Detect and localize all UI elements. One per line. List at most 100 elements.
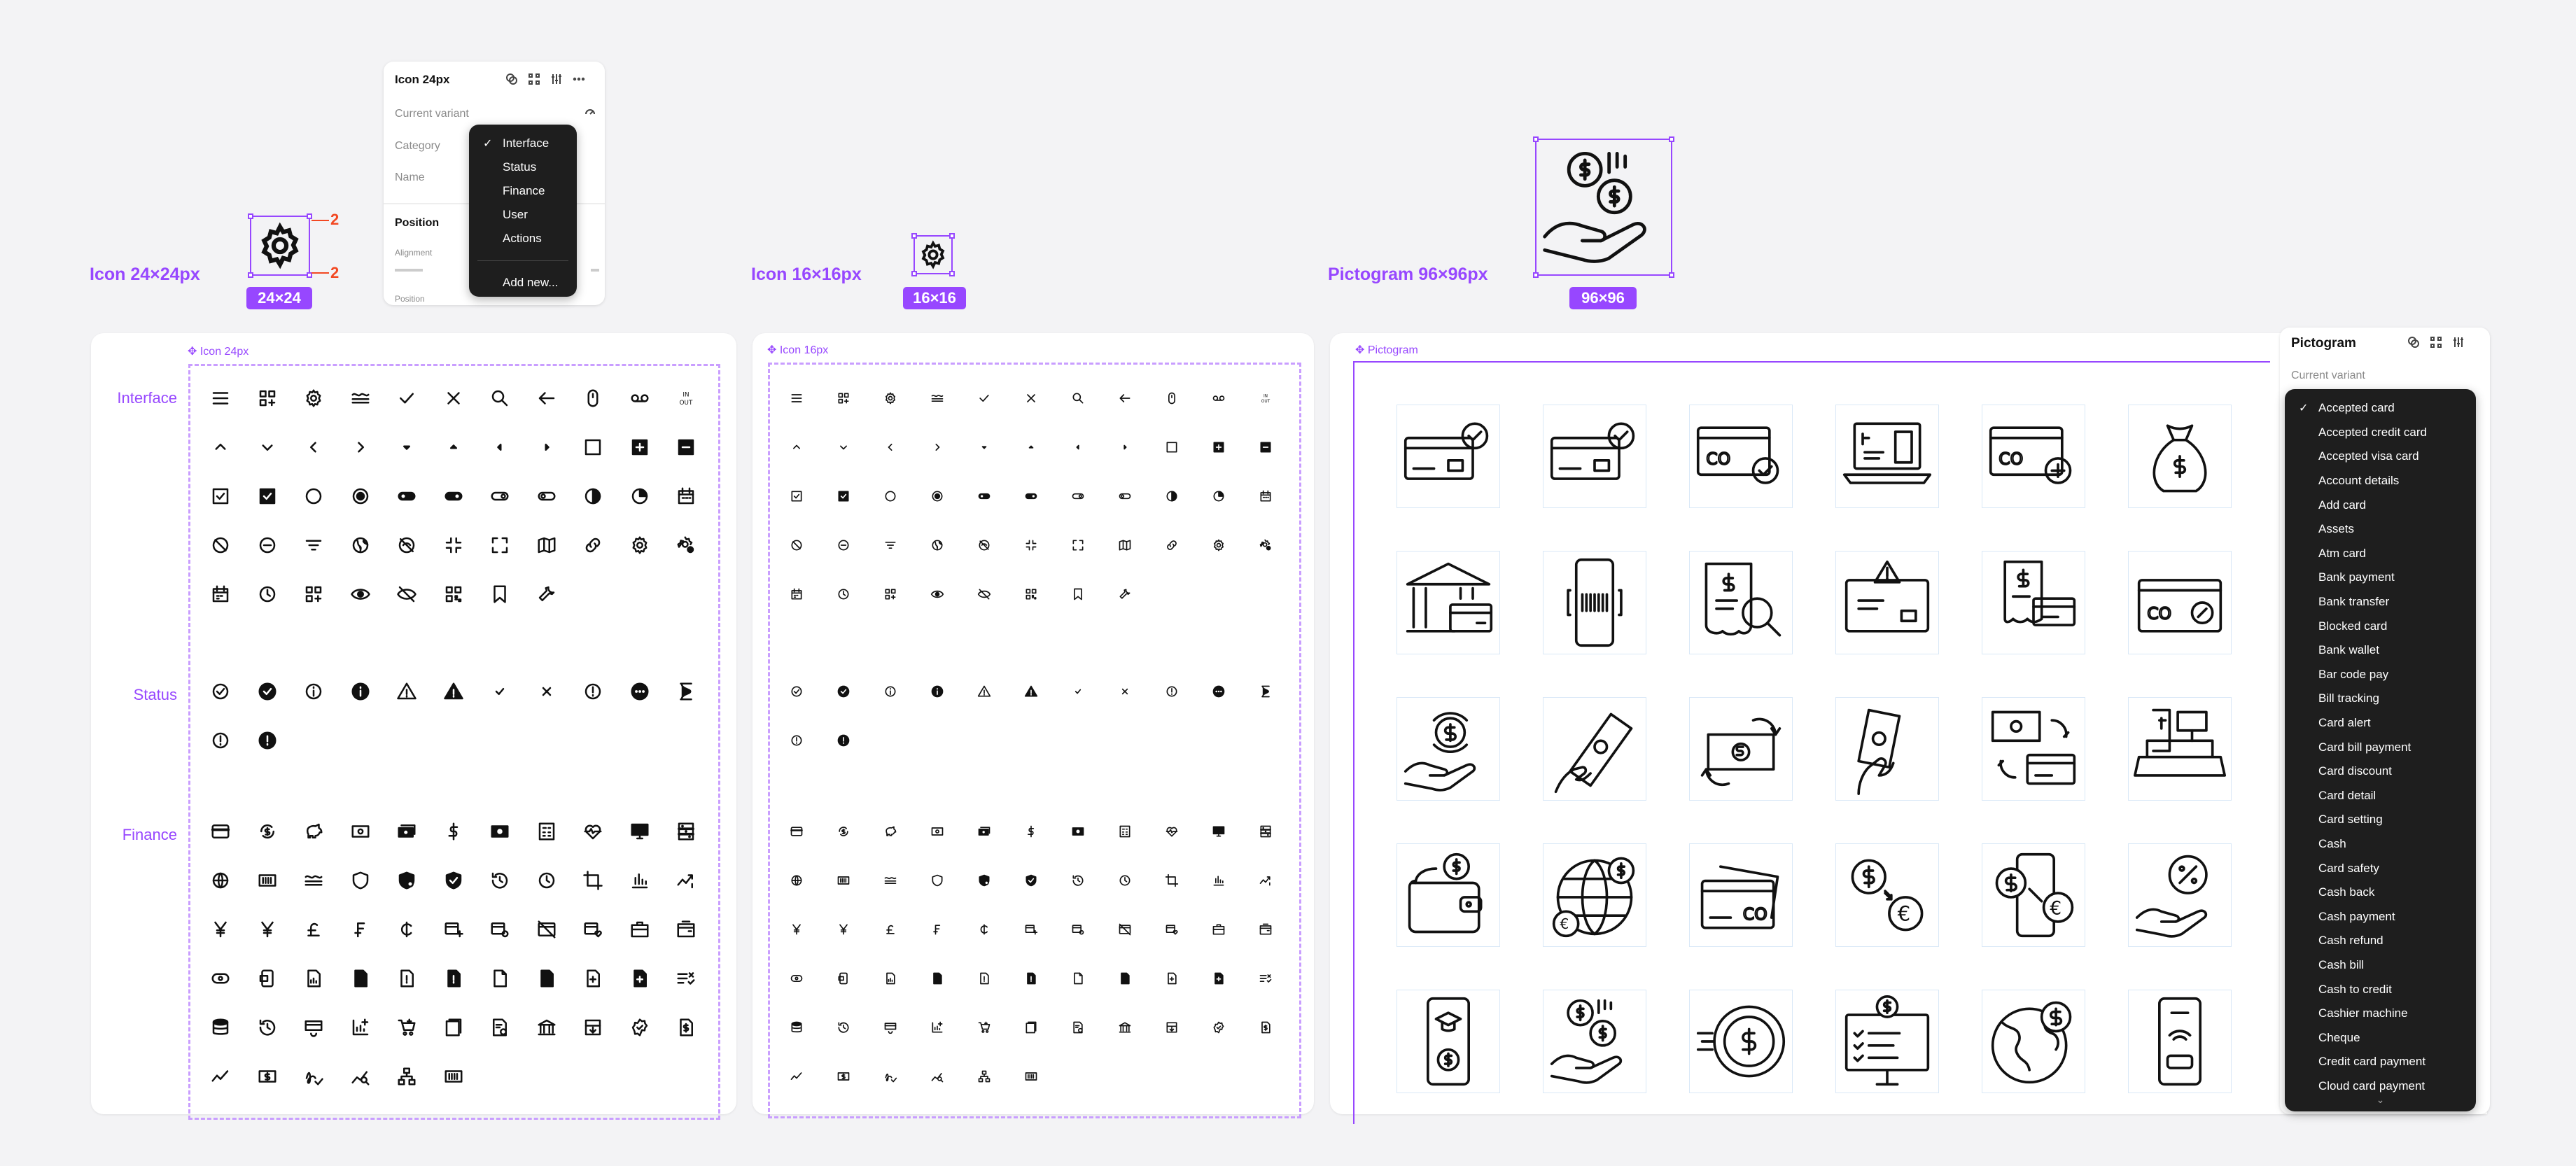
block-icon[interactable] — [197, 521, 244, 570]
variant-item[interactable]: Cash payment — [2285, 904, 2476, 929]
checkbox-filled-icon[interactable] — [820, 472, 867, 521]
radio-filled-icon[interactable] — [337, 472, 384, 521]
alert-circle-icon[interactable] — [1148, 667, 1195, 716]
radio-filled-icon[interactable] — [913, 472, 960, 521]
map-icon[interactable] — [524, 521, 570, 570]
barcode-icon[interactable] — [820, 856, 867, 905]
in-out-icon[interactable]: IN OUT — [663, 374, 710, 423]
phone-card-icon[interactable] — [244, 954, 291, 1003]
in-out-icon[interactable]: IN OUT — [1242, 374, 1289, 423]
shield-icon[interactable] — [913, 856, 960, 905]
check-icon[interactable] — [960, 374, 1007, 423]
info-filled-icon[interactable] — [913, 667, 960, 716]
toggle-on-icon[interactable] — [1007, 472, 1054, 521]
grid-add-icon[interactable] — [290, 570, 337, 619]
barcode-alt-icon[interactable] — [1007, 1052, 1054, 1101]
card-warning-icon[interactable] — [1835, 551, 1939, 654]
component-icon[interactable] — [2406, 335, 2421, 350]
gear-icon[interactable] — [290, 374, 337, 423]
list-check-icon[interactable] — [663, 954, 710, 1003]
shield-check-icon[interactable] — [430, 856, 477, 905]
card-add-icon[interactable] — [1007, 905, 1054, 954]
document-chart-icon[interactable] — [867, 954, 913, 1003]
history-icon[interactable] — [1054, 856, 1101, 905]
yuan-icon[interactable] — [244, 905, 291, 954]
qr-icon[interactable] — [430, 570, 477, 619]
arrow-left-icon[interactable] — [1101, 374, 1148, 423]
hourglass-icon[interactable] — [663, 667, 710, 716]
document-alert-filled-icon[interactable] — [1007, 954, 1054, 1003]
cards-co-icon[interactable]: CO — [1689, 843, 1793, 947]
clock-icon[interactable] — [820, 570, 867, 619]
wrench-icon[interactable] — [524, 570, 570, 619]
wrench-icon[interactable] — [1101, 570, 1148, 619]
qr-add-icon[interactable] — [820, 374, 867, 423]
settings-icon[interactable] — [617, 521, 664, 570]
receipt-icon[interactable] — [1054, 1003, 1101, 1052]
check-circle-filled-icon[interactable] — [820, 667, 867, 716]
coin-icon[interactable] — [773, 954, 820, 1003]
variant-item[interactable]: Card setting — [2285, 808, 2476, 832]
variant-item[interactable]: Add card — [2285, 493, 2476, 517]
cash-stack-icon[interactable] — [384, 807, 430, 856]
bank-icon[interactable] — [524, 1003, 570, 1052]
check-circle-filled-icon[interactable] — [244, 667, 291, 716]
minus-square-icon[interactable] — [663, 423, 710, 472]
card-off-icon[interactable] — [524, 905, 570, 954]
calendar-icon[interactable] — [663, 472, 710, 521]
shield-icon[interactable] — [337, 856, 384, 905]
toggle-off-icon[interactable] — [960, 472, 1007, 521]
dollar-icon[interactable] — [430, 807, 477, 856]
briefcase-icon[interactable] — [617, 905, 664, 954]
radio-icon[interactable] — [290, 472, 337, 521]
close-icon[interactable] — [1007, 374, 1054, 423]
wallet-alt-icon[interactable] — [1242, 905, 1289, 954]
block-icon[interactable] — [773, 521, 820, 570]
document-icon[interactable] — [1054, 954, 1101, 1003]
cash-icon[interactable] — [337, 807, 384, 856]
close-small-icon[interactable] — [1101, 667, 1148, 716]
checkbox-icon[interactable] — [197, 472, 244, 521]
bookmark-icon[interactable] — [477, 570, 524, 619]
history-alt-icon[interactable] — [820, 1003, 867, 1052]
warning-icon[interactable] — [960, 667, 1007, 716]
document-plus-filled-icon[interactable] — [1195, 954, 1242, 1003]
variant-item[interactable]: Cash to credit — [2285, 977, 2476, 1002]
square-icon[interactable] — [570, 423, 617, 472]
database-icon[interactable] — [773, 1003, 820, 1052]
globe-icon[interactable] — [913, 521, 960, 570]
icon24-selection[interactable] — [248, 213, 312, 278]
fast-dollar-icon[interactable] — [1689, 990, 1793, 1093]
variant-item[interactable]: Cash refund — [2285, 929, 2476, 953]
caret-up-icon[interactable] — [1007, 423, 1054, 472]
heartbeat-icon[interactable] — [1148, 807, 1195, 856]
franc-icon[interactable] — [337, 905, 384, 954]
filter-icon[interactable] — [290, 521, 337, 570]
yuan-icon[interactable] — [820, 905, 867, 954]
phone-dollar-euro-icon[interactable]: € — [1982, 843, 2085, 947]
alignment-controls[interactable] — [395, 269, 423, 272]
trend-icon[interactable] — [1242, 856, 1289, 905]
archive-icon[interactable] — [570, 1003, 617, 1052]
hand-coins-icon[interactable] — [1543, 990, 1646, 1093]
card-settings-icon[interactable] — [477, 905, 524, 954]
toggle-on-outline-icon[interactable] — [524, 472, 570, 521]
badge-check-icon[interactable] — [617, 1003, 664, 1052]
document-dark-icon[interactable] — [524, 954, 570, 1003]
card-settings-icon[interactable] — [1054, 905, 1101, 954]
hand-percent-icon[interactable] — [2128, 843, 2232, 947]
warning-filled-icon[interactable] — [430, 667, 477, 716]
list-check-icon[interactable] — [1242, 954, 1289, 1003]
voicemail-icon[interactable] — [1195, 374, 1242, 423]
mouse-icon[interactable] — [570, 374, 617, 423]
crop-icon[interactable] — [570, 856, 617, 905]
monitor-icon[interactable] — [617, 807, 664, 856]
variant-item[interactable]: Bank payment — [2285, 566, 2476, 590]
card-co-check-icon[interactable]: CO — [1689, 405, 1793, 508]
info-icon[interactable] — [867, 667, 913, 716]
variant-item[interactable]: Card alert — [2285, 711, 2476, 736]
icon16-selection[interactable] — [911, 233, 955, 276]
cash-icon[interactable] — [913, 807, 960, 856]
grid-icon[interactable] — [2428, 335, 2444, 350]
history-alt-icon[interactable] — [244, 1003, 291, 1052]
